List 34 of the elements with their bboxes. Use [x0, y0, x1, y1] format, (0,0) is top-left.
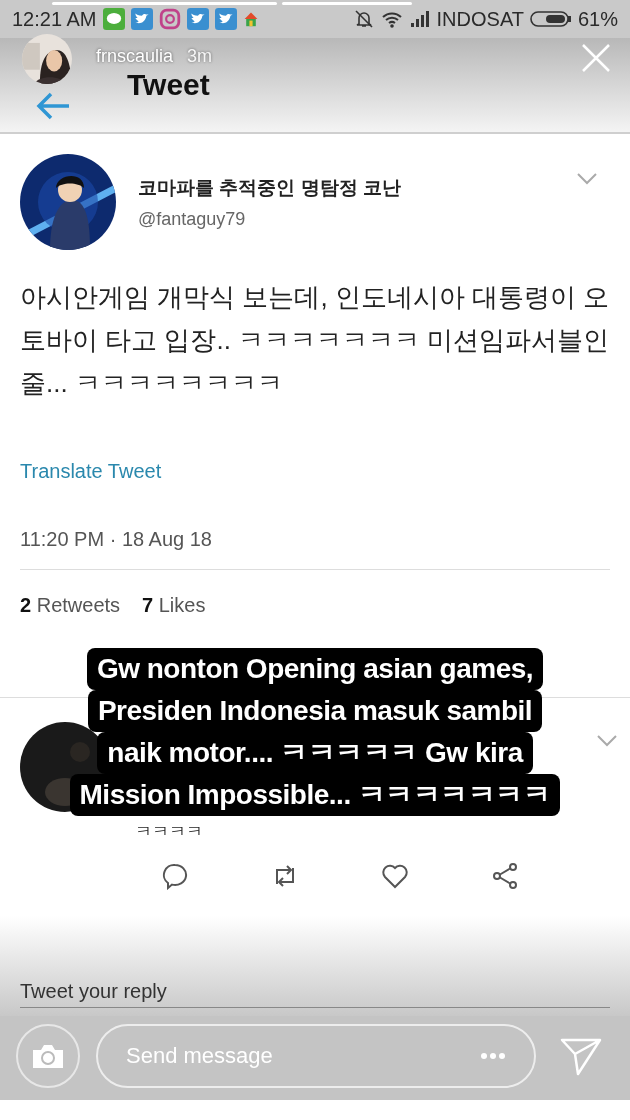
wifi-icon	[380, 9, 403, 29]
camera-app-icon	[158, 8, 181, 30]
bird-app-icon	[130, 8, 153, 30]
author-name[interactable]: 코마파를 추적중인 명탐정 코난	[138, 174, 401, 201]
share-icon[interactable]	[491, 862, 519, 890]
chat-app-icon	[102, 8, 125, 30]
tweet-stat[interactable]: 2 Retweets	[20, 594, 121, 617]
send-icon[interactable]	[560, 1036, 602, 1076]
back-arrow-icon[interactable]	[35, 92, 71, 120]
message-input-field[interactable]: Send message	[96, 1024, 536, 1088]
carrier-text: INDOSAT	[436, 7, 524, 31]
heart-icon[interactable]	[381, 862, 409, 890]
battery-icon	[529, 10, 572, 28]
muted-bell-icon	[352, 9, 375, 29]
camera-button[interactable]	[16, 1024, 80, 1088]
camera-icon	[31, 1042, 65, 1070]
tweet-timestamp: 11:20 PM · 18 Aug 18	[20, 528, 213, 551]
bird-app-icon	[186, 8, 209, 30]
bird-app-icon	[214, 8, 237, 30]
chevron-down-icon[interactable]	[576, 172, 598, 186]
reply-text: ㅋㅋㅋㅋ	[135, 821, 203, 843]
more-icon[interactable]	[480, 1052, 506, 1060]
house-app-icon	[242, 11, 259, 27]
tweet-text: 아시안게임 개막식 보는데, 인도네시아 대통령이 오토바이 타고 입장.. ㅋㅋㅋㅋㅋㅋㅋ 미션임파서블인줄... ㅋㅋㅋㅋㅋㅋㅋㅋ	[20, 281, 610, 400]
page-title: Tweet	[127, 68, 210, 102]
author-handle[interactable]: @fantaguy79	[138, 208, 401, 230]
comment-icon[interactable]	[161, 862, 189, 890]
chevron-down-icon[interactable]	[596, 734, 618, 748]
battery-percent: 61%	[577, 7, 618, 31]
translate-link[interactable]: Translate Tweet	[20, 460, 162, 483]
tweet-stat[interactable]: 7 Likes	[142, 594, 206, 617]
signal-icon	[408, 9, 431, 29]
close-icon[interactable]	[580, 42, 612, 74]
clock-text: 12:21 AM	[12, 7, 97, 31]
